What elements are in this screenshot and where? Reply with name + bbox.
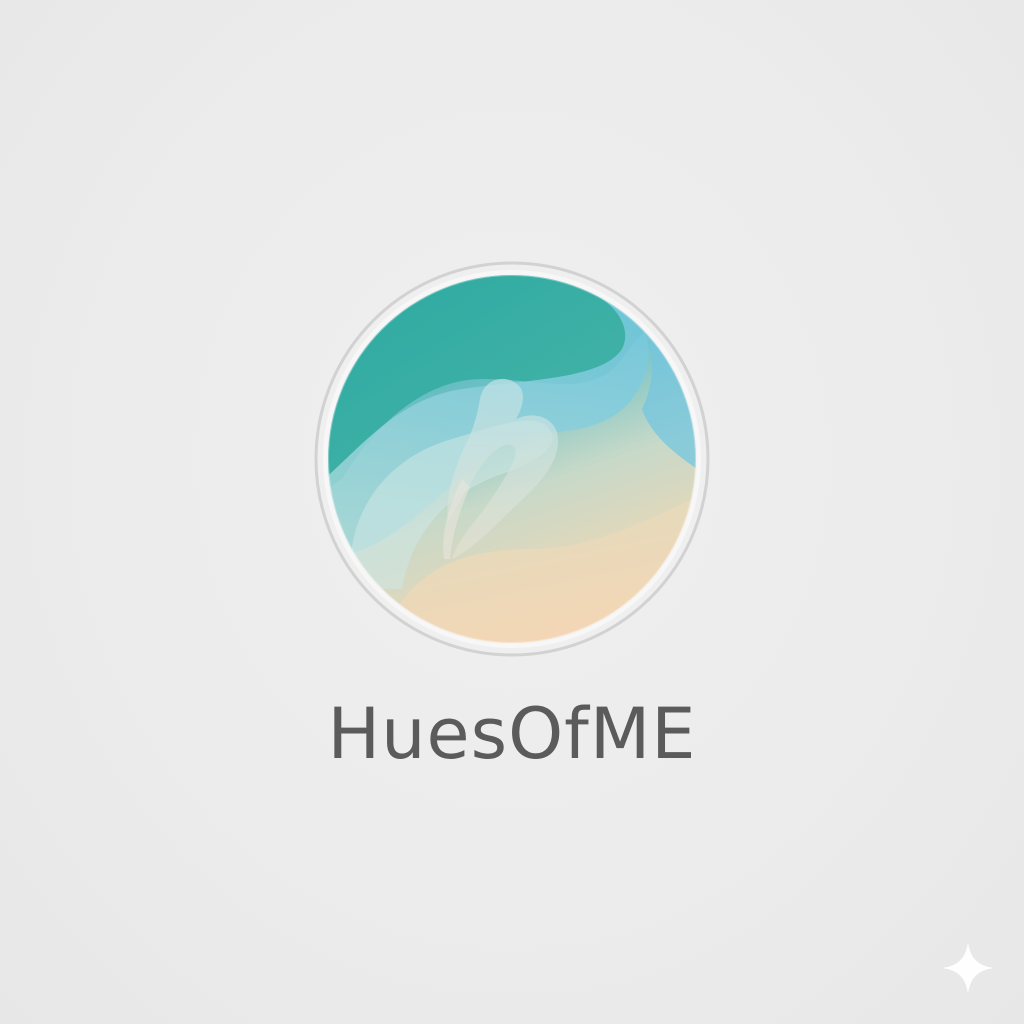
sparkle-icon (940, 940, 996, 996)
swirl-h-icon (314, 261, 710, 657)
brand-name: HuesOfME (327, 693, 697, 775)
logo-mark (312, 259, 712, 659)
